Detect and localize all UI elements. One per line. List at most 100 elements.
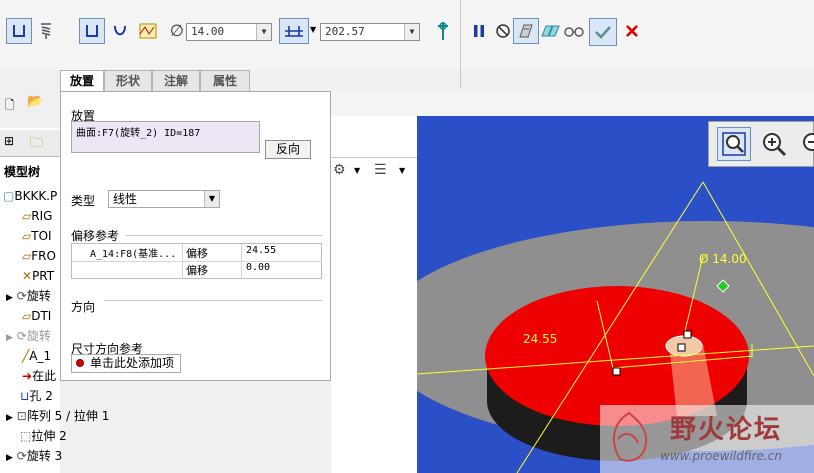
tree-column-divider: [331, 157, 417, 158]
attached-preview-button[interactable]: [513, 18, 539, 44]
graphics-toolbar-strip: [331, 91, 814, 116]
pause-icon: [474, 25, 484, 37]
datum-toggle-button[interactable]: [430, 18, 456, 44]
folder-browser-icon[interactable]: 🗀: [30, 134, 43, 156]
tree-item[interactable]: ▱TOI: [22, 226, 52, 246]
verify-mode-button[interactable]: [561, 18, 587, 44]
simple-hole-button[interactable]: [6, 18, 32, 44]
offset-ref-name: A_14:F8(基准...: [90, 249, 177, 260]
tree-item[interactable]: ▶ ⟳旋转: [6, 326, 51, 346]
straight-profile-button[interactable]: [79, 18, 105, 44]
revolve-icon: ⟳: [16, 449, 27, 463]
tree-item[interactable]: ▶ ⟳旋转: [6, 286, 51, 306]
detached-preview-button[interactable]: [537, 18, 563, 44]
offset-kind: 偏移: [186, 264, 208, 277]
zoom-out-button[interactable]: [797, 127, 814, 161]
refit-button[interactable]: [717, 127, 751, 161]
datum-point-icon: [438, 22, 448, 40]
chevron-down-icon[interactable]: ▼: [354, 166, 360, 175]
tree-header: 模型树: [4, 165, 41, 179]
diameter-combo[interactable]: 14.00 ▼: [186, 23, 272, 41]
tree-item[interactable]: ▢BKKK.P: [3, 186, 57, 206]
view-toolbar: [708, 121, 814, 167]
depth-combo[interactable]: 202.57 ▼: [320, 23, 420, 41]
tree-settings-icon[interactable]: ⚙: [333, 162, 346, 178]
type-label: 类型: [71, 194, 96, 208]
offset-value[interactable]: 24.55: [246, 245, 276, 256]
pattern-icon: ⊡: [16, 409, 27, 423]
depth-option-button[interactable]: [279, 18, 309, 44]
diameter-dimension[interactable]: Ø 14.00: [699, 252, 747, 266]
tree-item[interactable]: ▱FRO: [22, 246, 56, 266]
placement-reference-collector[interactable]: 曲面:F7(旋转_2) ID=187: [71, 121, 260, 153]
tree-item[interactable]: ▶ ⟳旋转 3: [6, 446, 62, 466]
tree-item[interactable]: ▱DTI: [22, 306, 51, 326]
diameter-value: 14.00: [191, 25, 225, 38]
toolbar-divider: [460, 0, 461, 88]
tab-placement[interactable]: 放置: [60, 70, 104, 92]
accept-button[interactable]: [589, 18, 617, 46]
tree-item[interactable]: ⊔孔 2: [20, 386, 53, 406]
forum-logo-icon: [612, 411, 648, 462]
tree-item[interactable]: ➜在此: [22, 366, 56, 386]
expand-arrow-icon[interactable]: ▶: [6, 293, 13, 303]
tree-item[interactable]: ✕PRT: [22, 266, 54, 286]
diameter-icon: ∅: [170, 21, 184, 40]
offset-value[interactable]: 0.00: [246, 262, 270, 273]
chevron-down-icon[interactable]: ▼: [204, 191, 219, 207]
table-row[interactable]: 偏移 0.00: [72, 261, 322, 278]
expand-arrow-icon[interactable]: ▶: [6, 413, 13, 423]
tab-notes[interactable]: 注解: [152, 70, 200, 91]
glasses-icon: [564, 27, 584, 37]
section-divider: [126, 235, 322, 236]
tree-item[interactable]: ▱RIG: [22, 206, 52, 226]
open-folder-icon[interactable]: 📂: [27, 94, 43, 109]
tab-shape[interactable]: 形状: [104, 70, 152, 91]
zoom-in-button[interactable]: [757, 127, 791, 161]
tree-top-toolbar: 🗋 📂: [0, 88, 60, 128]
drag-handle[interactable]: [612, 367, 621, 376]
chevron-down-icon[interactable]: ▼: [404, 24, 419, 40]
tree-filter-icon[interactable]: ☰: [374, 162, 387, 178]
offset-refs-label: 偏移参考: [71, 229, 120, 243]
tree-view-icon[interactable]: ⊞: [4, 134, 14, 148]
type-select[interactable]: 线性 ▼: [108, 190, 220, 208]
sketch-profile-button[interactable]: [107, 18, 133, 44]
tab-properties[interactable]: 属性: [200, 70, 250, 91]
depth-value: 202.57: [325, 25, 365, 38]
standard-hole-button[interactable]: [33, 18, 59, 44]
hole-dashboard: ∅ 14.00 ▼ ▼ 202.57 ▼: [0, 0, 814, 88]
dim-ref-collector[interactable]: 单击此处添加项: [71, 354, 181, 373]
tree-item[interactable]: ▶ ⊡阵列 5 / 拉伸 1: [6, 406, 109, 426]
hole-icon: ⊔: [20, 389, 30, 403]
flip-button[interactable]: 反向: [265, 140, 311, 159]
tree-item[interactable]: ⬚拉伸 2: [20, 426, 67, 446]
tree-item[interactable]: ╱A_1: [22, 346, 51, 366]
offset-refs-table: A_14:F8(基准... 偏移 24.55 偏移 0.00: [71, 243, 322, 279]
table-row[interactable]: A_14:F8(基准... 偏移 24.55: [72, 244, 322, 262]
depth-option-chevron-icon[interactable]: ▼: [310, 25, 316, 34]
cancel-button[interactable]: [619, 18, 645, 44]
pause-button[interactable]: [466, 18, 492, 44]
offset-kind: 偏移: [186, 247, 208, 260]
new-file-icon[interactable]: 🗋: [5, 96, 15, 117]
drag-handle[interactable]: [683, 330, 692, 339]
drill-profile-button[interactable]: [135, 18, 161, 44]
no-preview-icon: [496, 24, 510, 38]
chevron-down-icon[interactable]: ▼: [256, 24, 271, 40]
forum-watermark: 野火论坛 www.proewildfire.cn: [600, 405, 814, 473]
placement-panel: 放置 曲面:F7(旋转_2) ID=187 反向 类型 线性 ▼ 偏移参考 A_…: [60, 91, 331, 381]
type-value: 线性: [113, 192, 138, 206]
red-dot-icon: [76, 359, 84, 367]
chevron-down-icon[interactable]: ▼: [399, 166, 405, 175]
drag-handle[interactable]: [677, 343, 686, 352]
drill-hatch-icon: [139, 23, 157, 39]
expand-arrow-icon[interactable]: ▶: [6, 453, 13, 463]
checkmark-icon: [595, 26, 611, 39]
blind-depth-icon: [285, 26, 303, 37]
close-icon: [626, 25, 638, 37]
expand-arrow-icon[interactable]: ▶: [6, 333, 13, 343]
surface-reference: 曲面:F7(旋转_2) ID=187: [76, 128, 201, 139]
offset-dimension[interactable]: 24.55: [523, 332, 557, 346]
threaded-hole-icon: [41, 23, 51, 39]
